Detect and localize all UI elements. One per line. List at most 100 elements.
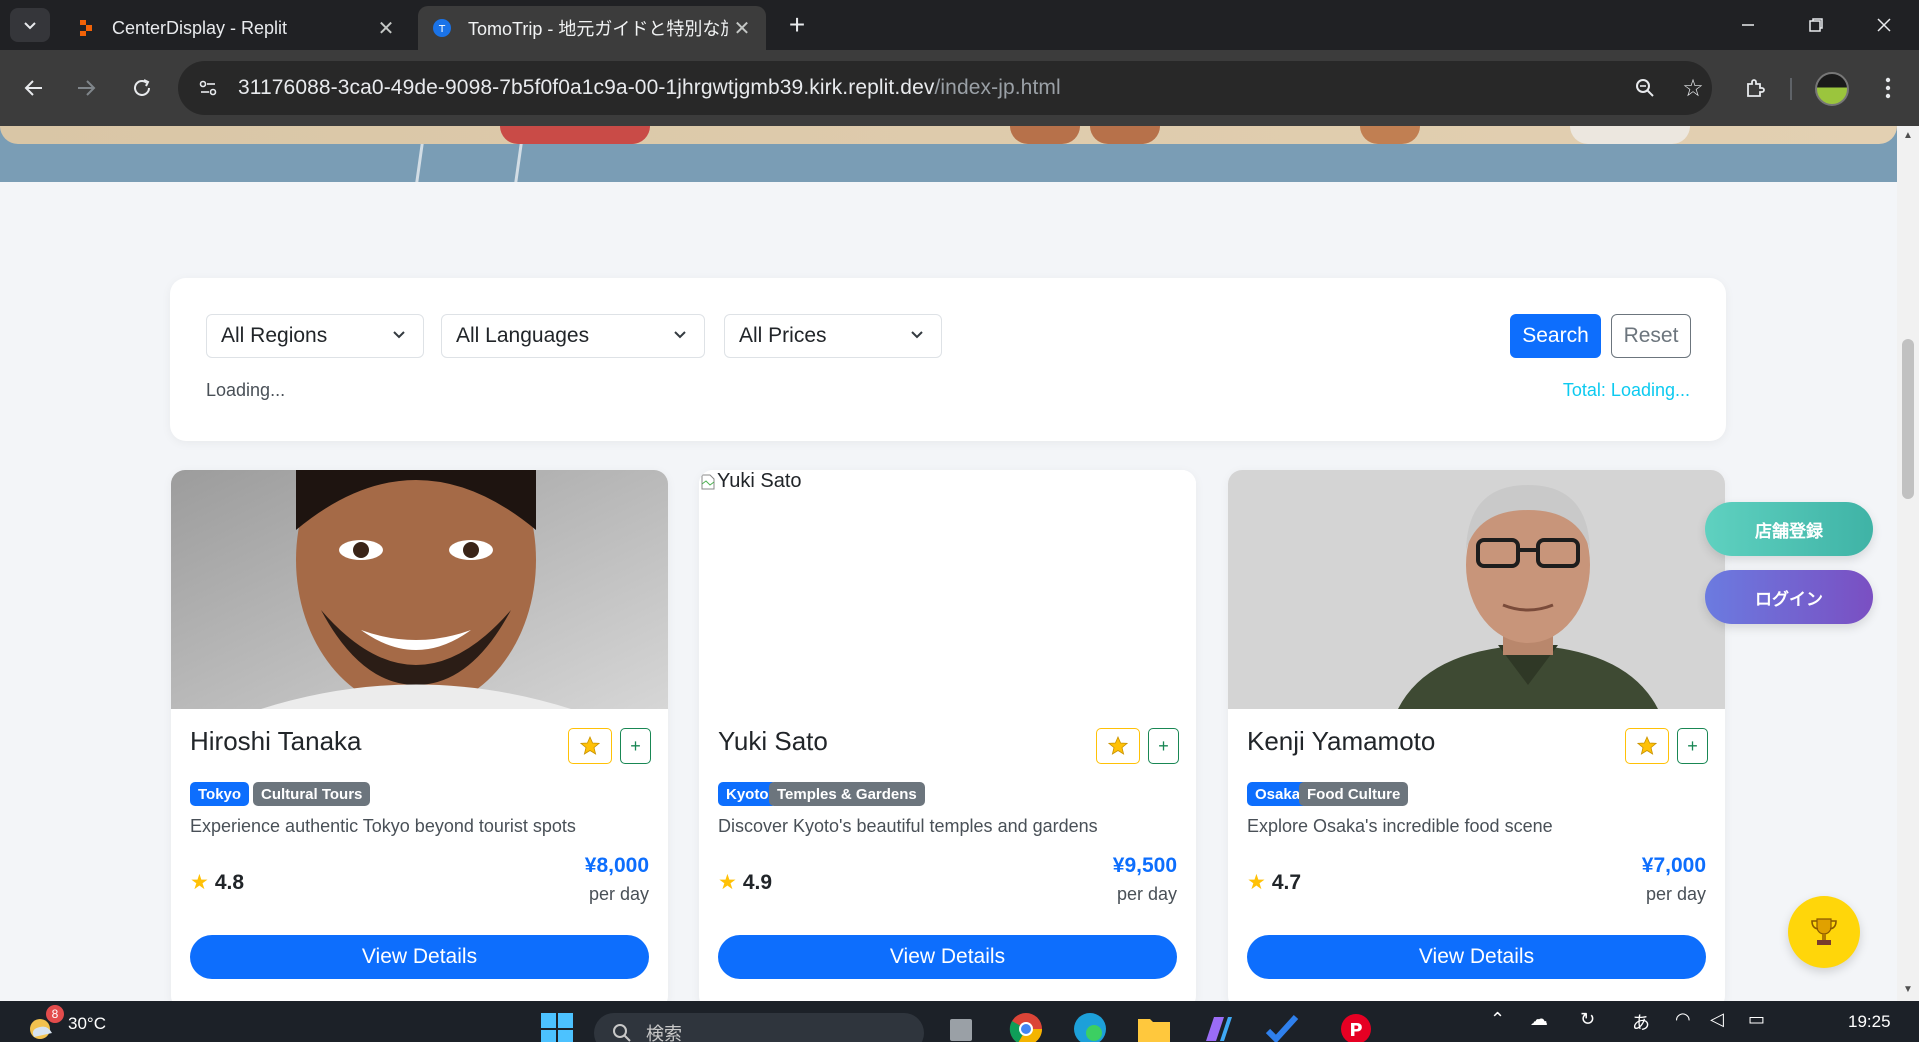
task-view-icon[interactable] — [944, 1011, 980, 1042]
view-details-button[interactable]: View Details — [718, 935, 1177, 979]
add-button[interactable]: + — [620, 728, 651, 764]
arrow-right-icon — [78, 80, 96, 96]
restore-button[interactable] — [1782, 0, 1850, 50]
onedrive-icon[interactable]: ☁ — [1530, 1009, 1548, 1030]
view-details-button[interactable]: View Details — [1247, 935, 1706, 979]
price-unit: per day — [588, 884, 649, 904]
menu-button[interactable] — [1868, 68, 1908, 108]
add-button[interactable]: + — [1148, 728, 1179, 764]
search-button[interactable]: Search — [1510, 314, 1601, 358]
star-icon: ★ — [718, 871, 737, 894]
clock-time[interactable]: 19:25 — [1848, 1012, 1891, 1032]
page-viewport: All Regions All Languages All Prices Sea… — [0, 126, 1897, 1001]
window-close-button[interactable] — [1850, 0, 1918, 50]
guide-price: ¥7,000 — [1641, 854, 1706, 877]
browser-tab-strip: CenterDisplay - Replit ✕ T TomoTrip - 地元… — [0, 0, 1919, 50]
guide-description: Explore Osaka's incredible food scene — [1247, 816, 1553, 836]
trophy-button[interactable] — [1788, 896, 1860, 968]
category-badge: Cultural Tours — [253, 782, 371, 806]
favorite-button[interactable] — [568, 728, 612, 764]
file-explorer-icon[interactable] — [1136, 1011, 1172, 1042]
language-select-value: All Languages — [456, 324, 590, 347]
tomotrip-icon: T — [433, 19, 451, 37]
guide-description: Discover Kyoto's beautiful temples and g… — [718, 816, 1098, 836]
close-icon — [1877, 18, 1891, 32]
chevron-down-icon — [911, 331, 923, 339]
profile-avatar[interactable] — [1815, 72, 1849, 106]
star-icon — [1637, 736, 1657, 755]
svg-text:P: P — [1349, 1020, 1362, 1041]
back-button[interactable] — [14, 68, 54, 108]
copilot-icon[interactable] — [1200, 1011, 1236, 1042]
scroll-up-icon[interactable]: ▲ — [1902, 130, 1914, 142]
reset-button[interactable]: Reset — [1611, 314, 1691, 358]
reload-button[interactable] — [122, 68, 162, 108]
new-tab-button[interactable]: + — [780, 8, 814, 42]
favorite-button[interactable] — [1096, 728, 1140, 764]
address-bar[interactable]: 31176088-3ca0-49de-9098-7b5f0f0a1c9a-00-… — [178, 61, 1712, 115]
guide-name: Yuki Sato — [718, 726, 828, 756]
battery-icon[interactable]: ▭ — [1748, 1009, 1765, 1030]
guide-price: ¥9,500 — [1112, 854, 1177, 877]
weather-widget[interactable]: 8 30°C — [26, 1005, 106, 1041]
filter-panel: All Regions All Languages All Prices Sea… — [170, 278, 1726, 441]
add-button[interactable]: + — [1677, 728, 1708, 764]
star-icon — [580, 736, 600, 755]
wifi-icon[interactable]: ◠ — [1675, 1009, 1691, 1030]
region-badge: Kyoto — [718, 782, 777, 806]
restore-icon — [1809, 18, 1823, 32]
login-button[interactable]: ログイン — [1705, 570, 1873, 624]
tab-tomotrip[interactable]: T TomoTrip - 地元ガイドと特別な旅 ✕ — [418, 6, 766, 50]
favorite-button[interactable] — [1625, 728, 1669, 764]
taskbar-search[interactable]: 検索 — [594, 1013, 924, 1042]
sync-icon[interactable]: ↻ — [1580, 1009, 1595, 1030]
zoom-icon[interactable] — [1626, 69, 1664, 107]
todo-icon[interactable] — [1264, 1011, 1300, 1042]
guide-rating: ★ 4.7 — [1247, 870, 1302, 895]
store-register-button[interactable]: 店舗登録 — [1705, 502, 1873, 556]
plus-icon: + — [630, 735, 641, 756]
weather-badge: 8 — [46, 1005, 64, 1023]
results-total: Total: Loading... — [1562, 380, 1690, 400]
results-status: Loading... — [206, 380, 286, 400]
bookmark-star-icon[interactable]: ☆ — [1674, 69, 1712, 107]
guide-name: Hiroshi Tanaka — [190, 726, 362, 756]
price-select[interactable]: All Prices — [724, 314, 942, 358]
ime-indicator[interactable]: あ — [1632, 1009, 1650, 1035]
guide-card: Hiroshi Tanaka + Tokyo Cultural Tours Ex… — [171, 470, 668, 1001]
tab-search-button[interactable] — [10, 8, 50, 42]
category-badge: Food Culture — [1299, 782, 1409, 806]
chrome-icon[interactable] — [1008, 1011, 1044, 1042]
region-select[interactable]: All Regions — [206, 314, 424, 358]
tab-centerdisplay[interactable]: CenterDisplay - Replit ✕ — [62, 6, 410, 50]
start-button[interactable] — [539, 1011, 575, 1042]
plus-icon: + — [1158, 735, 1169, 756]
view-details-button[interactable]: View Details — [190, 935, 649, 979]
pinterest-icon[interactable]: P — [1338, 1011, 1374, 1042]
guide-price: ¥8,000 — [584, 854, 649, 877]
extensions-button[interactable] — [1735, 68, 1775, 108]
tab-title: TomoTrip - 地元ガイドと特別な旅 — [468, 19, 728, 39]
close-icon[interactable]: ✕ — [728, 16, 756, 41]
minimize-icon — [1742, 24, 1754, 26]
volume-icon[interactable]: ◁ — [1710, 1009, 1724, 1030]
forward-button[interactable] — [66, 68, 106, 108]
hero-image-bottom — [0, 126, 1897, 182]
broken-image-icon — [701, 474, 715, 489]
close-icon[interactable]: ✕ — [372, 16, 400, 41]
guide-rating: ★ 4.8 — [190, 870, 245, 895]
chevron-down-icon — [674, 331, 686, 339]
trophy-icon — [1811, 918, 1837, 945]
page-scrollbar[interactable]: ▲ ▼ — [1897, 126, 1919, 1001]
arrow-left-icon — [24, 80, 42, 96]
edge-icon[interactable] — [1072, 1011, 1108, 1042]
scrollbar-thumb[interactable] — [1902, 339, 1914, 499]
site-info-icon[interactable] — [188, 68, 228, 108]
scroll-down-icon[interactable]: ▼ — [1902, 984, 1914, 996]
tray-chevron-up-icon[interactable]: ⌃ — [1490, 1009, 1505, 1030]
minimize-button[interactable] — [1714, 0, 1782, 50]
chevron-down-icon — [393, 331, 405, 339]
guide-rating: ★ 4.9 — [718, 870, 773, 895]
star-icon: ★ — [190, 871, 209, 894]
language-select[interactable]: All Languages — [441, 314, 705, 358]
